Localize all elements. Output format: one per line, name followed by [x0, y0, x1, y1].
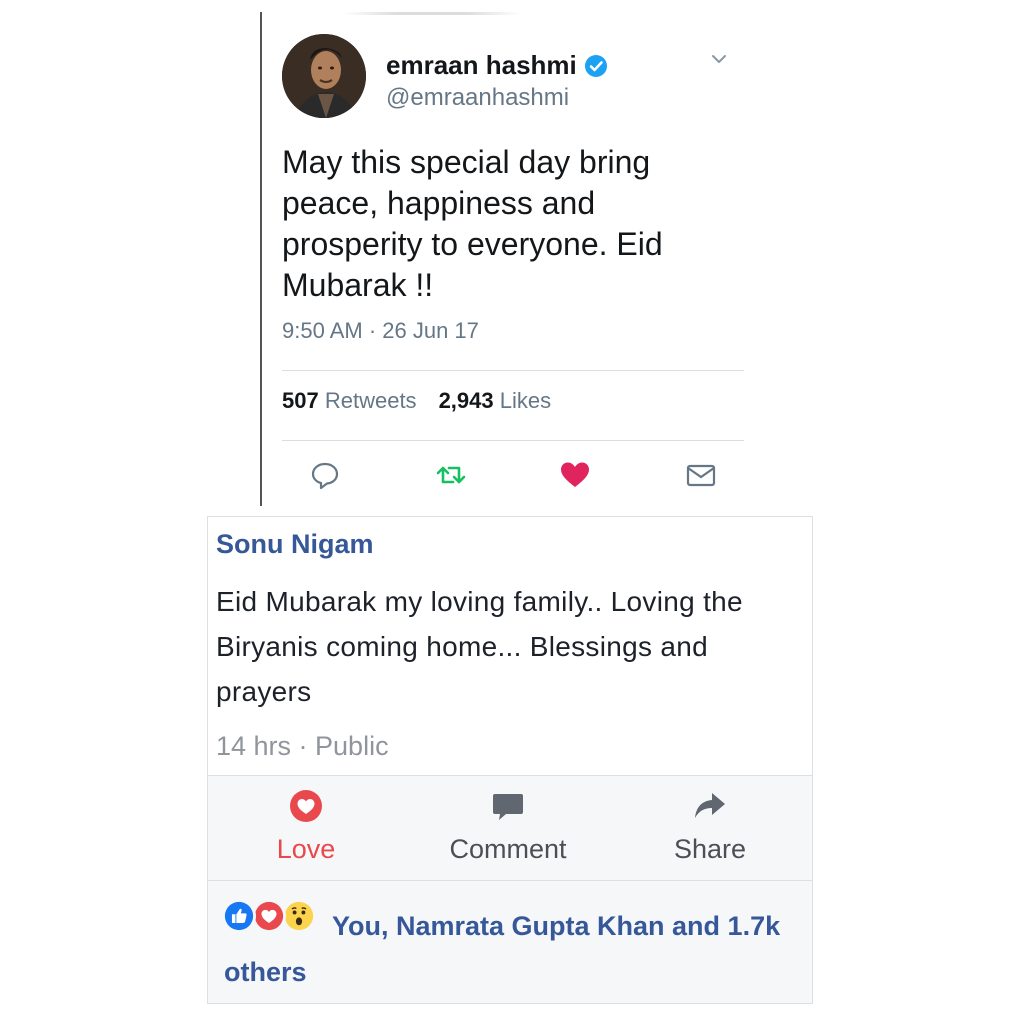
display-name-text: emraan hashmi — [386, 50, 577, 80]
reply-icon[interactable] — [308, 458, 342, 492]
share-button-label: Share — [673, 834, 747, 864]
handle[interactable]: @emraanhashmi — [386, 84, 569, 112]
heart-icon[interactable] — [558, 458, 592, 492]
direct-message-icon[interactable] — [684, 458, 718, 492]
tweet-card: emraan hashmi @emraanhashmi May this spe… — [260, 12, 760, 506]
retweets-label: Retweets — [324, 388, 417, 413]
post-text: Eid Mubarak my loving family.. Loving th… — [216, 586, 743, 707]
facebook-post-card: Sonu Nigam Eid Mubarak my loving family.… — [207, 516, 813, 1004]
post-meta[interactable]: 14 hrs · Public — [216, 731, 389, 762]
love-button-label: Love — [276, 834, 336, 864]
chevron-down-icon[interactable] — [708, 48, 730, 70]
divider — [282, 370, 744, 371]
retweets-stat[interactable]: 507 Retweets — [282, 388, 417, 414]
timestamp[interactable]: 9:50 AM · 26 Jun 17 — [282, 318, 479, 344]
retweets-count: 507 — [282, 388, 319, 413]
tweet-actions — [282, 458, 744, 498]
reactions-summary[interactable]: You, Namrata Gupta Khan and 1.7k others — [208, 881, 812, 1003]
tweet-text: May this special day bring peace, happin… — [282, 144, 663, 303]
display-name[interactable]: emraan hashmi — [386, 50, 609, 81]
verified-badge-icon — [583, 53, 609, 79]
comment-button[interactable]: Comment — [428, 788, 588, 872]
post-author[interactable]: Sonu Nigam — [216, 529, 374, 560]
likes-count: 2,943 — [438, 388, 494, 413]
love-reaction-icon — [252, 899, 286, 933]
tweet-stats: 507 Retweets 2,943 Likes — [282, 388, 551, 414]
comment-button-label: Comment — [449, 834, 567, 864]
wow-reaction-icon — [282, 899, 316, 933]
post-actions: Love Comment Share — [208, 775, 812, 881]
reaction-icons — [222, 899, 318, 933]
retweet-icon[interactable] — [434, 458, 468, 492]
share-arrow-icon — [692, 788, 728, 824]
likes-stat[interactable]: 2,943 Likes — [439, 388, 552, 414]
likes-label: Likes — [499, 388, 552, 413]
avatar[interactable] — [282, 34, 366, 118]
love-reaction-icon — [288, 788, 324, 824]
comment-icon — [490, 788, 526, 824]
divider — [282, 440, 744, 441]
love-button[interactable]: Love — [226, 788, 386, 872]
cropped-edge — [342, 12, 522, 15]
like-reaction-icon — [222, 899, 256, 933]
share-button[interactable]: Share — [630, 788, 790, 872]
